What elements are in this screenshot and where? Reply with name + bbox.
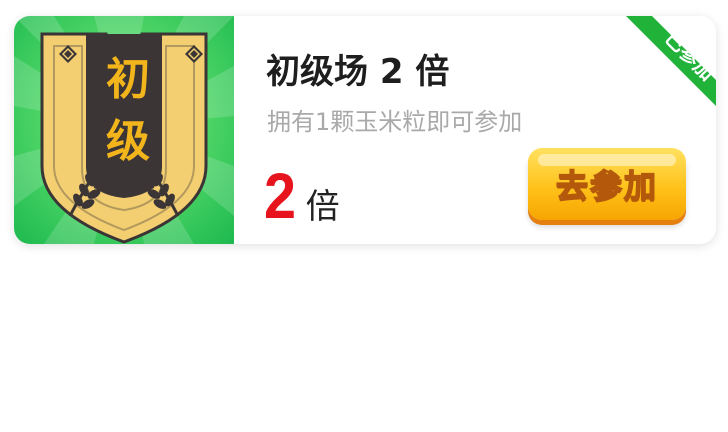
entry-requirement: 拥有1颗玉米粒即可参加: [267, 108, 523, 136]
diamond-stud-icon: [185, 45, 203, 63]
badge-label-top: 初: [106, 54, 150, 105]
badge-label-bottom: 级: [106, 116, 150, 167]
join-button[interactable]: 去参加: [528, 148, 686, 220]
multiplier-display: 2 倍: [264, 156, 340, 228]
multiplier-unit: 倍: [305, 187, 340, 227]
multiplier-value: 2: [264, 160, 297, 232]
wheat-icon: [68, 161, 107, 217]
level-badge: 初 级: [14, 16, 234, 244]
joined-ribbon: 已参加: [626, 16, 716, 106]
room-title: 初级场 2 倍: [266, 52, 450, 92]
join-button-label: 去参加: [555, 166, 658, 206]
diamond-stud-icon: [59, 45, 77, 63]
game-room-card[interactable]: 初 级 初级场 2 倍 拥有1颗玉米粒即可参加 2 倍 去参加 已参加: [14, 16, 716, 244]
